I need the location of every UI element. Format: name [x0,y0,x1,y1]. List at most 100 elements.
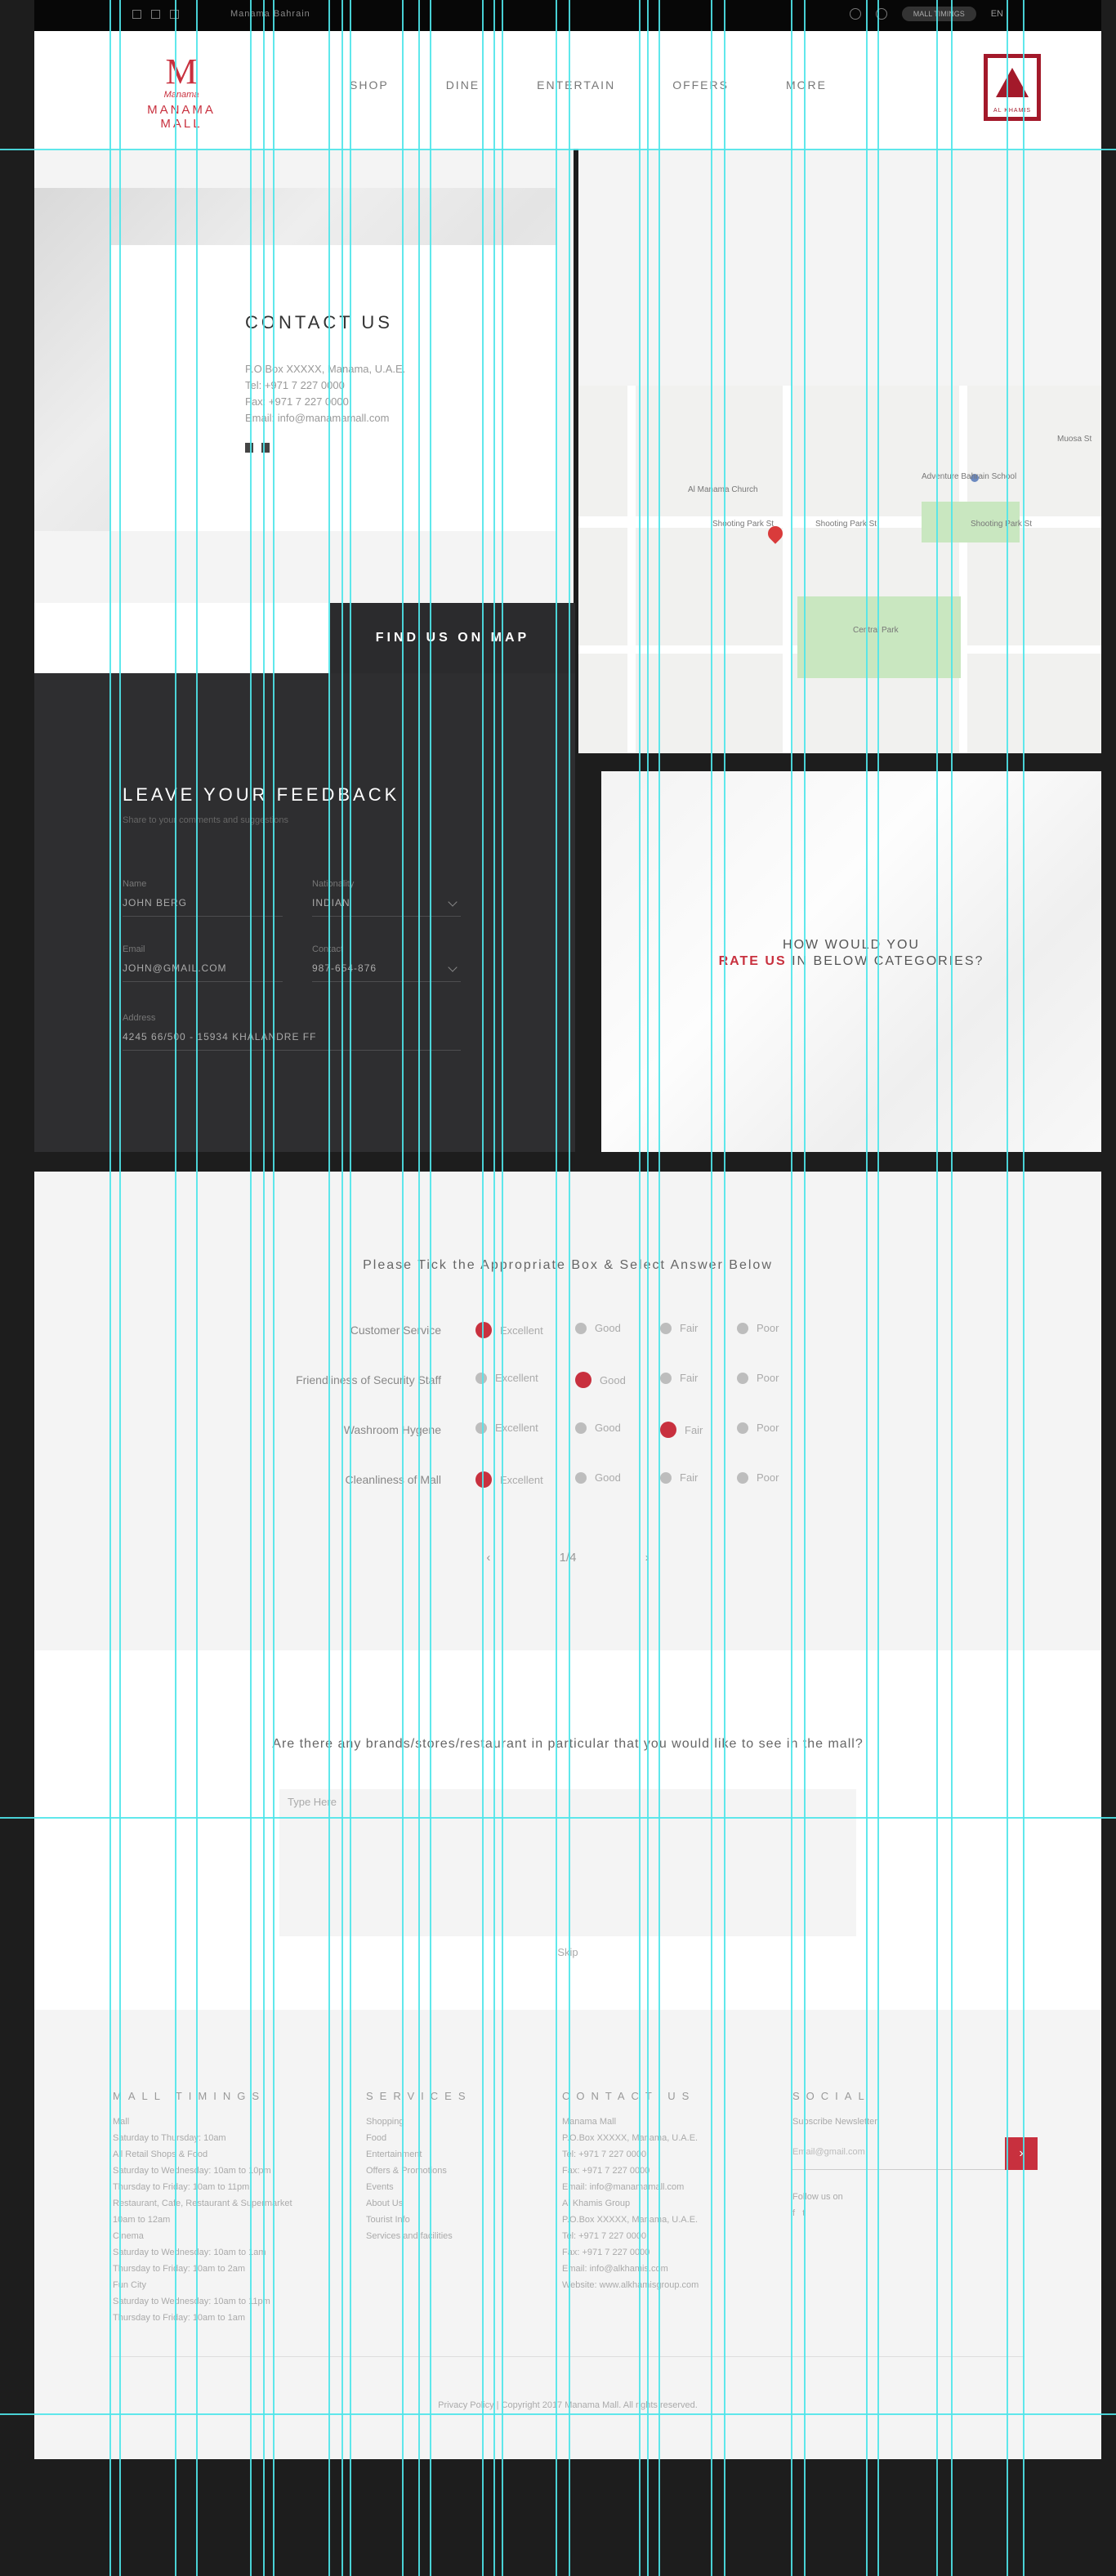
contact-label: Contact [312,944,343,954]
footer-contact: CONTACT US Manama Mall P.O.Box XXXXX, Man… [562,2090,758,2293]
rating-option[interactable]: Poor [737,1322,779,1334]
next-button[interactable]: › [645,1551,650,1565]
contact-email[interactable]: Email: info@manamamall.com [245,410,405,426]
rating-option[interactable]: Good [575,1372,626,1388]
rating-option[interactable]: Poor [737,1422,779,1434]
footer-line[interactable]: Events [366,2179,529,2195]
nav-more[interactable]: MORE [786,78,827,92]
name-field[interactable]: Name JOHN BERG [123,879,283,917]
instagram-icon[interactable] [151,10,160,19]
contact-value[interactable]: 987-654-876 [312,962,461,974]
footer-line[interactable]: Food [366,2130,529,2146]
find-us-on-map-button[interactable]: FIND US ON MAP [330,603,575,673]
rating-option[interactable]: Fair [660,1322,698,1334]
footer-line[interactable]: Services and facilities [366,2228,529,2244]
rating-option[interactable]: Good [575,1471,621,1484]
address-value[interactable]: 4245 66/500 - 15934 KHALANDRE FF [123,1031,461,1042]
footer-line[interactable]: Offers & Promotions [366,2163,529,2179]
twitter-icon[interactable] [261,443,270,453]
email-value[interactable]: JOHN@GMAIL.COM [123,962,283,974]
youtube-icon[interactable] [170,10,179,19]
footer-line: Email: info@alkhamis.com [562,2264,668,2274]
rate-emphasis: RATE US [718,954,787,968]
skip-button[interactable]: Skip [34,1946,1101,1958]
radio-button[interactable] [737,1372,748,1384]
contact-select[interactable]: Contact 987-654-876 [312,944,461,982]
footer-line[interactable]: Tourist Info [366,2212,529,2228]
radio-button[interactable] [737,1471,748,1484]
rating-option[interactable]: Good [575,1422,621,1434]
subscribe-submit-button[interactable]: › [1005,2137,1038,2170]
address-field[interactable]: Address 4245 66/500 - 15934 KHALANDRE FF [123,1013,461,1051]
mall-timings-button[interactable]: MALL TIMINGS [901,7,976,21]
radio-button[interactable] [660,1372,672,1384]
rating-option-label: Poor [757,1322,779,1334]
facebook-icon[interactable] [245,443,253,453]
search-icon[interactable] [849,8,861,20]
footer-col-title: CONTACT US [562,2090,696,2102]
nav-shop[interactable]: SHOP [350,78,389,92]
rating-option[interactable]: Excellent [475,1322,543,1338]
footer-line[interactable]: About Us [366,2195,529,2212]
rating-option[interactable]: Good [575,1322,621,1334]
rating-option-label: Good [595,1471,621,1484]
rating-option[interactable]: Fair [660,1372,698,1384]
email-field[interactable]: Email JOHN@GMAIL.COM [123,944,283,982]
nav-entertain[interactable]: ENTERTAIN [537,78,615,92]
radio-button[interactable] [575,1471,587,1484]
rating-option[interactable]: Fair [660,1422,703,1438]
rating-option-label: Excellent [500,1324,543,1337]
radio-button[interactable] [475,1422,487,1434]
map-label: Al Manama Church [688,485,758,494]
radio-button[interactable] [575,1322,587,1334]
nationality-select[interactable]: Nationality INDIAN [312,879,461,917]
contact-lines: P.O.Box XXXXX, Manama, U.A.E. Tel: +971 … [245,361,405,426]
language-switch[interactable]: EN [991,9,1003,19]
footer-line: Al Khamis Group [562,2199,631,2208]
map-label: Muosa St [1057,435,1092,444]
nationality-value[interactable]: INDIAN [312,897,461,909]
rating-option[interactable]: Excellent [475,1471,543,1488]
twitter-icon[interactable]: t [802,2208,805,2218]
radio-button[interactable] [475,1372,487,1384]
footer-line: Fax: +971 7 227 0000 [562,2248,650,2257]
location-icon[interactable] [875,8,887,20]
radio-button[interactable] [475,1322,492,1338]
radio-button[interactable] [475,1471,492,1488]
map-canvas[interactable]: Al Manama Church Adventure Bahrain Schoo… [578,386,1101,753]
radio-button[interactable] [660,1422,676,1438]
footer-line: P.O.Box XXXXX, Manama, U.A.E. [562,2133,699,2143]
footer-line[interactable]: Shopping [366,2114,529,2130]
radio-button[interactable] [575,1422,587,1434]
footer-line[interactable]: Entertainment [366,2146,529,2163]
radio-button[interactable] [660,1471,672,1484]
radio-button[interactable] [575,1372,591,1388]
social-icons [132,10,179,19]
radio-button[interactable] [660,1322,672,1334]
rating-option[interactable]: Excellent [475,1372,538,1384]
rating-option[interactable]: Excellent [475,1422,538,1434]
prev-button[interactable]: ‹ [486,1551,490,1565]
rate-panel: HOW WOULD YOU RATE US IN BELOW CATEGORIE… [601,771,1101,1152]
rating-option[interactable]: Poor [737,1471,779,1484]
pager: ‹ 1/4 › [34,1551,1101,1565]
rating-option[interactable]: Fair [660,1471,698,1484]
subscribe-input[interactable]: Email@gmail.com › [792,2137,1038,2170]
partner-badge[interactable]: AL KHAMIS [984,54,1041,121]
logo[interactable]: M Manama MANAMA MALL [124,54,239,136]
nav-offers[interactable]: OFFERS [672,78,729,92]
brands-textarea[interactable]: Type Here [279,1789,856,1936]
map-label: Shooting Park St [712,520,775,529]
map[interactable]: Al Manama Church Adventure Bahrain Schoo… [578,149,1101,753]
footer-line: Saturday to Thursday: 10am [113,2133,226,2143]
radio-button[interactable] [737,1422,748,1434]
facebook-icon[interactable] [132,10,141,19]
radio-button[interactable] [737,1322,748,1334]
brands-placeholder: Type Here [288,1796,337,1808]
rating-option[interactable]: Poor [737,1372,779,1384]
contact-line: Fax: +971 7 227 0000 [245,395,349,408]
rating-option-label: Fair [680,1322,699,1334]
nav-dine[interactable]: DINE [446,78,480,92]
facebook-icon[interactable]: f [792,2208,795,2218]
name-value[interactable]: JOHN BERG [123,897,283,909]
